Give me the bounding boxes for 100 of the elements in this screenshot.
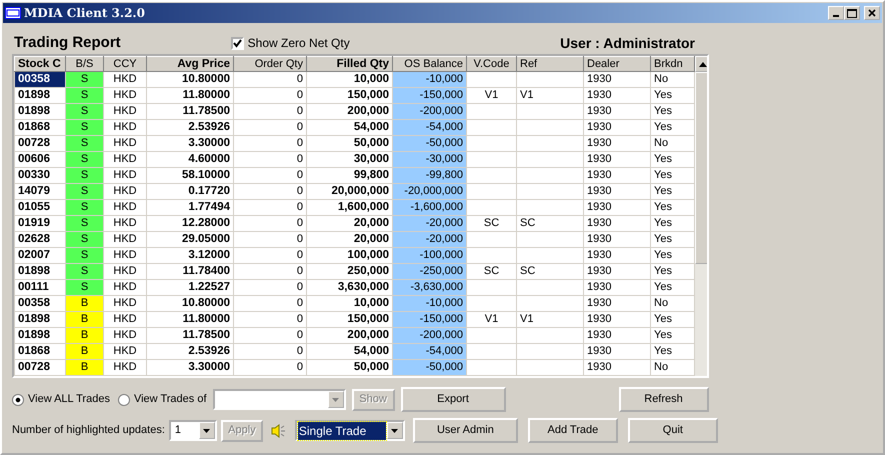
side-cell: B bbox=[66, 296, 104, 312]
export-button[interactable]: Export bbox=[400, 387, 506, 412]
side-cell: S bbox=[66, 248, 104, 264]
filled-qty-cell: 50,000 bbox=[306, 360, 392, 376]
stock-code-cell: 01898 bbox=[14, 88, 66, 104]
speaker-icon[interactable] bbox=[270, 424, 287, 438]
close-button[interactable] bbox=[864, 6, 880, 20]
sound-mode-value: Single Trade bbox=[298, 422, 386, 440]
stock-code-cell: 01868 bbox=[14, 120, 66, 136]
column-header[interactable]: Avg Price bbox=[146, 56, 234, 72]
column-header[interactable]: OS Balance bbox=[392, 56, 466, 72]
add-trade-button[interactable]: Add Trade bbox=[528, 418, 618, 443]
avg-price-cell: 0.17720 bbox=[146, 184, 234, 200]
currency-cell: HKD bbox=[104, 200, 146, 216]
column-header[interactable]: Filled Qty bbox=[306, 56, 392, 72]
avg-price-cell: 2.53926 bbox=[146, 120, 234, 136]
currency-cell: HKD bbox=[104, 344, 146, 360]
currency-cell: HKD bbox=[104, 104, 146, 120]
currency-cell: HKD bbox=[104, 248, 146, 264]
os-balance-cell: -54,000 bbox=[392, 344, 466, 360]
column-header[interactable]: Ref bbox=[516, 56, 584, 72]
sound-mode-dropdown[interactable]: Single Trade bbox=[294, 420, 405, 441]
side-cell: S bbox=[66, 168, 104, 184]
filled-qty-cell: 20,000,000 bbox=[306, 184, 392, 200]
checkbox-label[interactable]: Show Zero Net Qty bbox=[248, 34, 350, 52]
order-qty-cell: 0 bbox=[234, 360, 306, 376]
filled-qty-cell: 30,000 bbox=[306, 152, 392, 168]
quit-button[interactable]: Quit bbox=[628, 418, 718, 443]
os-balance-cell: -1,600,000 bbox=[392, 200, 466, 216]
order-qty-cell: 0 bbox=[234, 72, 306, 88]
minimize-button[interactable] bbox=[828, 6, 844, 20]
filled-qty-cell: 54,000 bbox=[306, 120, 392, 136]
filled-qty-cell: 10,000 bbox=[306, 296, 392, 312]
side-cell: S bbox=[66, 120, 104, 136]
show-zero-checkbox[interactable] bbox=[230, 36, 244, 50]
side-cell: S bbox=[66, 136, 104, 152]
order-qty-cell: 0 bbox=[234, 104, 306, 120]
ref-cell: SC bbox=[516, 216, 584, 232]
column-header[interactable]: Dealer bbox=[584, 56, 650, 72]
currency-cell: HKD bbox=[104, 264, 146, 280]
report-title: Trading Report bbox=[14, 32, 121, 53]
dealer-cell: 1930 bbox=[584, 104, 650, 120]
currency-cell: HKD bbox=[104, 72, 146, 88]
currency-cell: HKD bbox=[104, 184, 146, 200]
dealer-cell: 1930 bbox=[584, 200, 650, 216]
dealer-cell: 1930 bbox=[584, 168, 650, 184]
radio-button[interactable] bbox=[118, 394, 130, 406]
currency-cell: HKD bbox=[104, 296, 146, 312]
order-qty-cell: 0 bbox=[234, 296, 306, 312]
column-header[interactable]: CCY bbox=[104, 56, 146, 72]
side-cell: B bbox=[66, 312, 104, 328]
checkmark-icon bbox=[232, 38, 242, 48]
dealer-cell: 1930 bbox=[584, 184, 650, 200]
stock-code-cell: 01898 bbox=[14, 104, 66, 120]
side-cell: S bbox=[66, 104, 104, 120]
v-code-cell: SC bbox=[466, 264, 516, 280]
scrollbar[interactable] bbox=[695, 56, 707, 376]
currency-cell: HKD bbox=[104, 312, 146, 328]
dealer-cell: 1930 bbox=[584, 72, 650, 88]
column-header[interactable]: Stock C bbox=[14, 56, 66, 72]
order-qty-cell: 0 bbox=[234, 88, 306, 104]
filled-qty-cell: 150,000 bbox=[306, 88, 392, 104]
maximize-button[interactable] bbox=[844, 6, 860, 20]
radio-label[interactable]: View Trades of bbox=[134, 391, 207, 408]
os-balance-cell: -200,000 bbox=[392, 328, 466, 344]
order-qty-cell: 0 bbox=[234, 200, 306, 216]
radio-label[interactable]: View ALL Trades bbox=[28, 391, 110, 408]
currency-cell: HKD bbox=[104, 168, 146, 184]
dealer-cell: 1930 bbox=[584, 232, 650, 248]
dealer-cell: 1930 bbox=[584, 344, 650, 360]
filled-qty-cell: 200,000 bbox=[306, 328, 392, 344]
column-header[interactable]: V.Code bbox=[466, 56, 516, 72]
refresh-button[interactable]: Refresh bbox=[618, 387, 709, 412]
side-cell: S bbox=[66, 88, 104, 104]
highlight-count-dropdown[interactable]: 1 bbox=[168, 420, 217, 441]
dealer-cell: 1930 bbox=[584, 216, 650, 232]
caret-icon bbox=[391, 428, 398, 432]
column-header[interactable]: Brkdn bbox=[650, 56, 694, 72]
user-admin-button[interactable]: User Admin bbox=[412, 418, 518, 443]
currency-cell: HKD bbox=[104, 280, 146, 296]
maximize-icon bbox=[847, 8, 857, 18]
order-qty-cell: 0 bbox=[234, 136, 306, 152]
avg-price-cell: 12.28000 bbox=[146, 216, 234, 232]
currency-cell: HKD bbox=[104, 360, 146, 376]
column-header[interactable]: B/S bbox=[66, 56, 104, 72]
dealer-cell: 1930 bbox=[584, 120, 650, 136]
caret-icon bbox=[332, 398, 340, 402]
window-title: MDIA Client 3.2.0 bbox=[24, 5, 145, 22]
avg-price-cell: 29.05000 bbox=[146, 232, 234, 248]
order-qty-cell: 0 bbox=[234, 312, 306, 328]
order-qty-cell: 0 bbox=[234, 248, 306, 264]
column-header[interactable]: Order Qty bbox=[234, 56, 306, 72]
radio-button[interactable] bbox=[12, 394, 24, 406]
currency-cell: HKD bbox=[104, 232, 146, 248]
ref-cell: SC bbox=[516, 264, 584, 280]
side-cell: S bbox=[66, 200, 104, 216]
os-balance-cell: -150,000 bbox=[392, 312, 466, 328]
filled-qty-cell: 20,000 bbox=[306, 232, 392, 248]
os-balance-cell: -50,000 bbox=[392, 360, 466, 376]
os-balance-cell: -250,000 bbox=[392, 264, 466, 280]
